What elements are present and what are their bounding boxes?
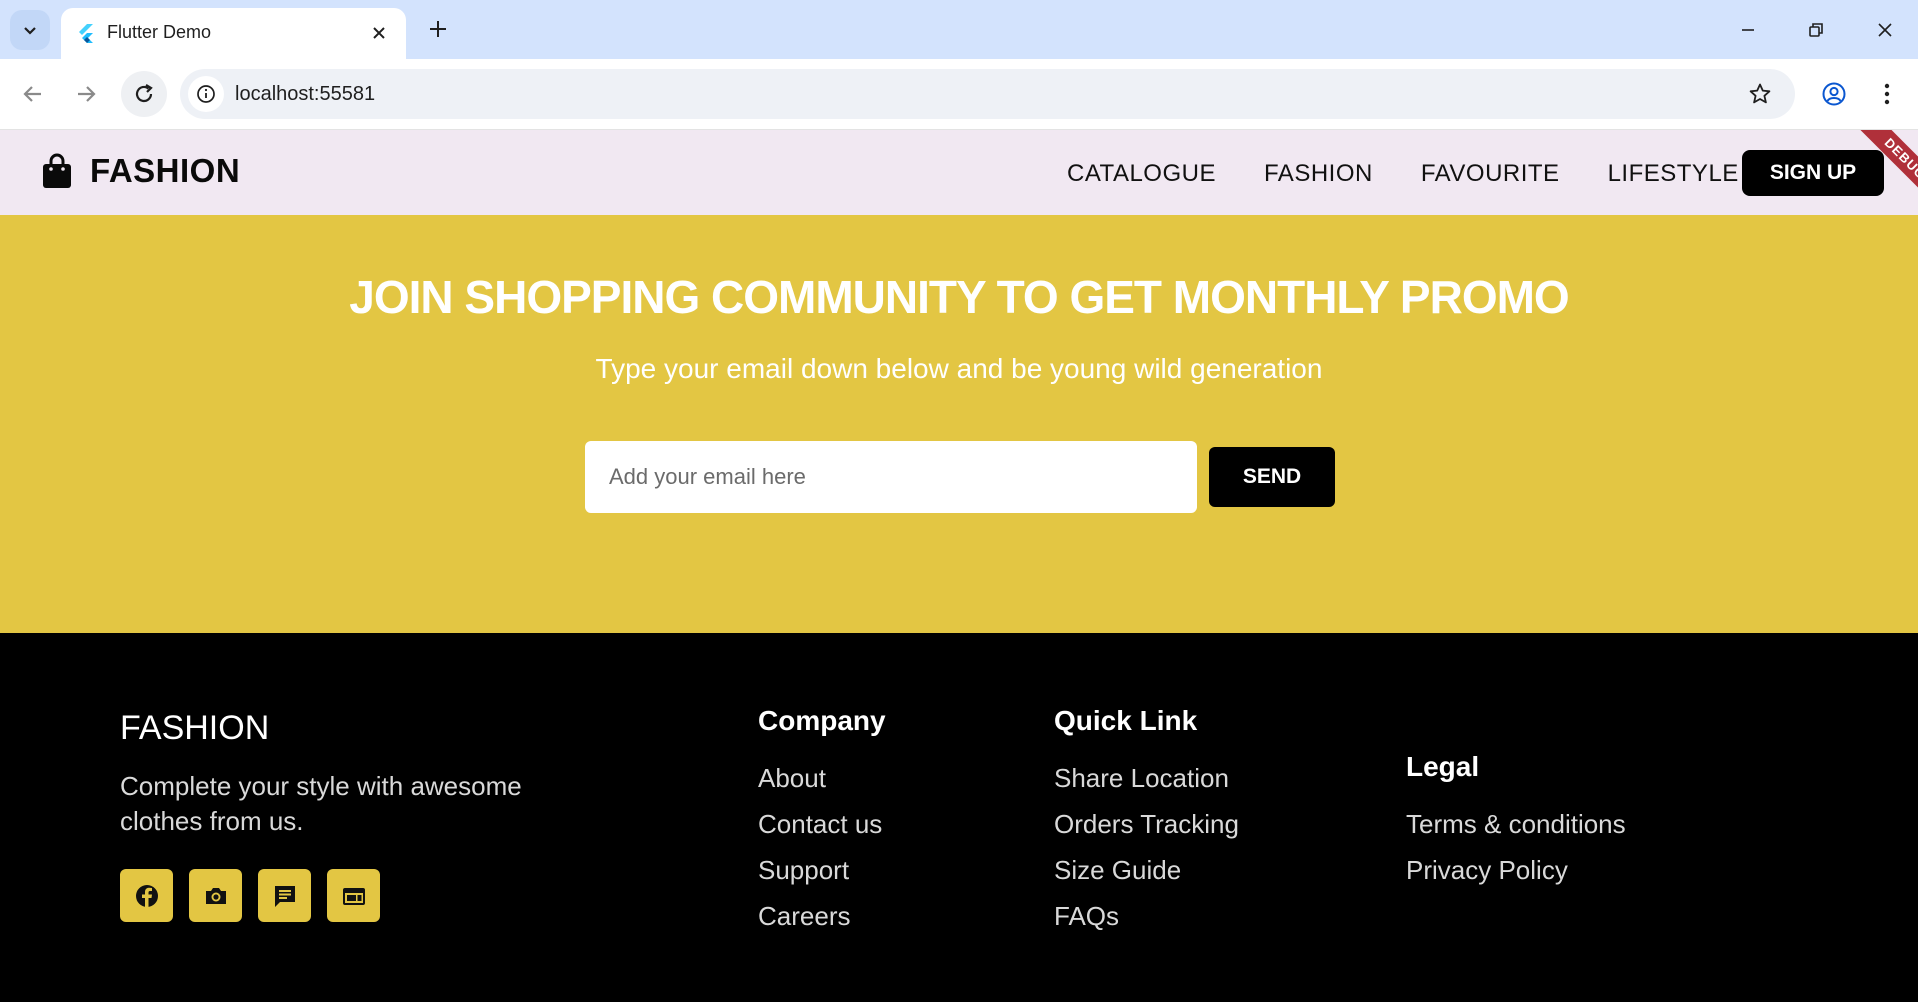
link-faqs[interactable]: FAQs [1054,893,1239,939]
link-contact-us[interactable]: Contact us [758,801,886,847]
footer-description: Complete your style with awesome clothes… [120,771,522,836]
site-info-icon[interactable] [188,76,224,112]
promo-section: JOIN SHOPPING COMMUNITY TO GET MONTHLY P… [0,215,1918,633]
company-title: Company [758,705,886,736]
new-tab-icon[interactable] [425,16,451,42]
quick-link-title: Quick Link [1054,705,1198,736]
app-header: FASHION CATALOGUE FASHION FAVOURITE LIFE… [0,130,1918,215]
link-size-guide[interactable]: Size Guide [1054,847,1239,893]
url-text: localhost:55581 [235,83,376,105]
link-about[interactable]: About [758,755,886,801]
reload-icon[interactable] [121,71,167,117]
footer-legal: Legal Terms & conditions Privacy Policy [1406,751,1626,893]
shopping-bag-icon [43,153,71,188]
email-input[interactable] [585,441,1197,513]
legal-title: Legal [1406,751,1480,782]
link-careers[interactable]: Careers [758,893,886,939]
link-privacy-policy[interactable]: Privacy Policy [1406,847,1626,893]
tab-search-button[interactable] [10,10,50,50]
nav-catalogue[interactable]: CATALOGUE [1067,160,1216,188]
brand-name: FASHION [90,152,241,189]
camera-icon[interactable] [189,869,242,922]
profile-icon[interactable] [1815,75,1853,113]
link-orders-tracking[interactable]: Orders Tracking [1054,801,1239,847]
flutter-icon [79,24,93,43]
brand-logo[interactable]: FASHION [42,152,240,190]
footer-quick-link: Quick Link Share Location Orders Trackin… [1054,705,1239,939]
bookmark-star-icon[interactable] [1747,81,1773,107]
facebook-icon[interactable] [120,869,173,922]
nav-fashion[interactable]: FASHION [1264,160,1373,188]
nav-lifestyle[interactable]: LIFESTYLE [1608,160,1739,188]
chat-icon[interactable] [258,869,311,922]
address-bar[interactable]: localhost:55581 [180,69,1795,119]
main-nav: CATALOGUE FASHION FAVOURITE LIFESTYLE [1067,160,1739,188]
debug-banner-container: DEBUG [1818,130,1918,215]
back-icon[interactable] [14,75,52,113]
minimize-icon[interactable] [1734,16,1762,44]
browser-tab[interactable]: Flutter Demo [61,8,406,59]
debug-banner: DEBUG [1851,130,1918,213]
footer-company: Company About Contact us Support Careers [758,705,886,939]
chevron-down-icon [24,27,36,35]
menu-kebab-icon[interactable] [1868,75,1906,113]
close-window-icon[interactable] [1871,16,1899,44]
link-terms[interactable]: Terms & conditions [1406,801,1626,847]
browser-tab-strip: Flutter Demo [0,0,1918,59]
social-links [120,869,380,922]
link-support[interactable]: Support [758,847,886,893]
restore-icon[interactable] [1802,16,1830,44]
forward-icon[interactable] [67,75,105,113]
web-icon[interactable] [327,869,380,922]
browser-toolbar: localhost:55581 [0,59,1918,130]
footer: FASHION Complete your style with awesome… [0,633,1918,1002]
promo-title: JOIN SHOPPING COMMUNITY TO GET MONTHLY P… [349,271,1569,323]
send-button[interactable]: SEND [1209,447,1335,507]
promo-subtitle: Type your email down below and be young … [595,353,1323,384]
nav-favourite[interactable]: FAVOURITE [1421,160,1560,188]
close-tab-icon[interactable] [368,22,390,44]
link-share-location[interactable]: Share Location [1054,755,1239,801]
footer-brand: FASHION [120,709,270,747]
tab-title: Flutter Demo [107,22,212,42]
